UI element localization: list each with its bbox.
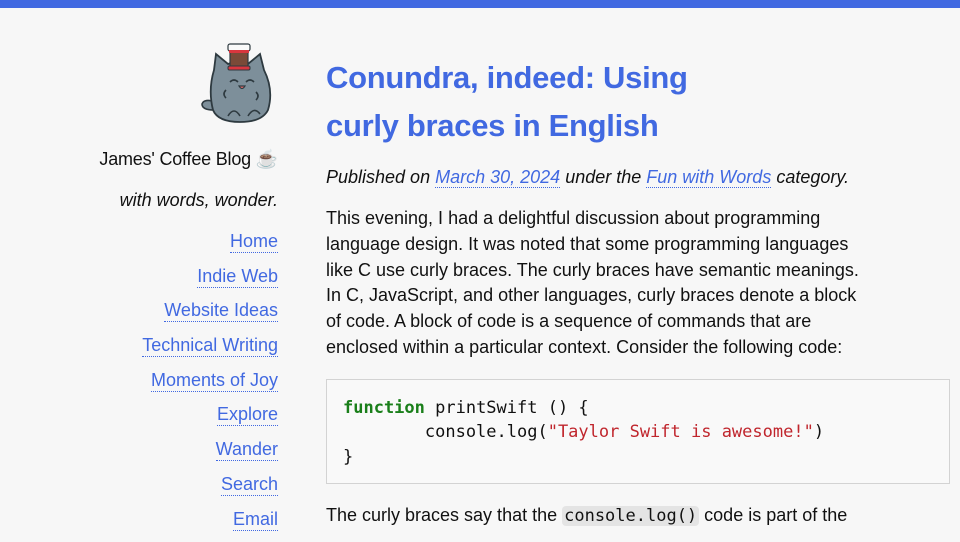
- code-line-2-prefix: console.log(: [343, 422, 548, 443]
- nav-link-wander[interactable]: Wander: [215, 438, 278, 462]
- post-meta: Published on March 30, 2024 under the Fu…: [326, 164, 950, 190]
- para2-after: code is part of the: [699, 505, 848, 526]
- article: Conundra, indeed: Using curly braces in …: [326, 54, 950, 529]
- code-line-1: printSwift () {: [424, 397, 589, 418]
- code-string: "Taylor Swift is awesome!": [547, 422, 814, 443]
- sidebar-nav: Home Indie Web Website Ideas Technical W…: [90, 230, 278, 542]
- meta-middle: under the: [565, 167, 642, 187]
- cat-with-coffee-icon: [201, 43, 272, 123]
- meta-suffix: category.: [776, 167, 850, 187]
- inline-code: console.log(): [562, 506, 700, 527]
- nav-link-search[interactable]: Search: [220, 473, 278, 496]
- nav-link-technical-writing[interactable]: Technical Writing: [142, 334, 278, 358]
- site-tagline: with words, wonder.: [119, 190, 278, 210]
- intro-paragraph: This evening, I had a delightful discuss…: [326, 208, 859, 357]
- nav-link-website-ideas[interactable]: Website Ideas: [164, 299, 278, 323]
- nav-link-home[interactable]: Home: [229, 230, 278, 253]
- post-title: Conundra, indeed: Using curly braces in …: [326, 60, 688, 143]
- code-line-2-suffix: ): [813, 422, 825, 443]
- code-line-3: }: [343, 446, 354, 467]
- nav-link-indie-web[interactable]: Indie Web: [197, 265, 278, 288]
- top-accent-bar: [0, 0, 960, 8]
- second-paragraph: The curly braces say that the console.lo…: [326, 502, 950, 529]
- meta-prefix: Published on: [326, 167, 431, 187]
- category-link[interactable]: Fun with Words: [646, 167, 772, 188]
- nav-link-email[interactable]: Email: [232, 508, 278, 531]
- para2-before: The curly braces say that the: [326, 505, 563, 526]
- nav-link-explore[interactable]: Explore: [216, 403, 278, 427]
- code-keyword: function: [343, 397, 425, 418]
- site-title[interactable]: James' Coffee Blog ☕: [90, 146, 278, 172]
- post-date-link[interactable]: March 30, 2024: [435, 167, 561, 188]
- code-block: function printSwift () { console.log("Ta…: [326, 378, 950, 485]
- sidebar: James' Coffee Blog ☕ with words, wonder.…: [90, 40, 278, 542]
- nav-link-moments-of-joy[interactable]: Moments of Joy: [150, 369, 278, 392]
